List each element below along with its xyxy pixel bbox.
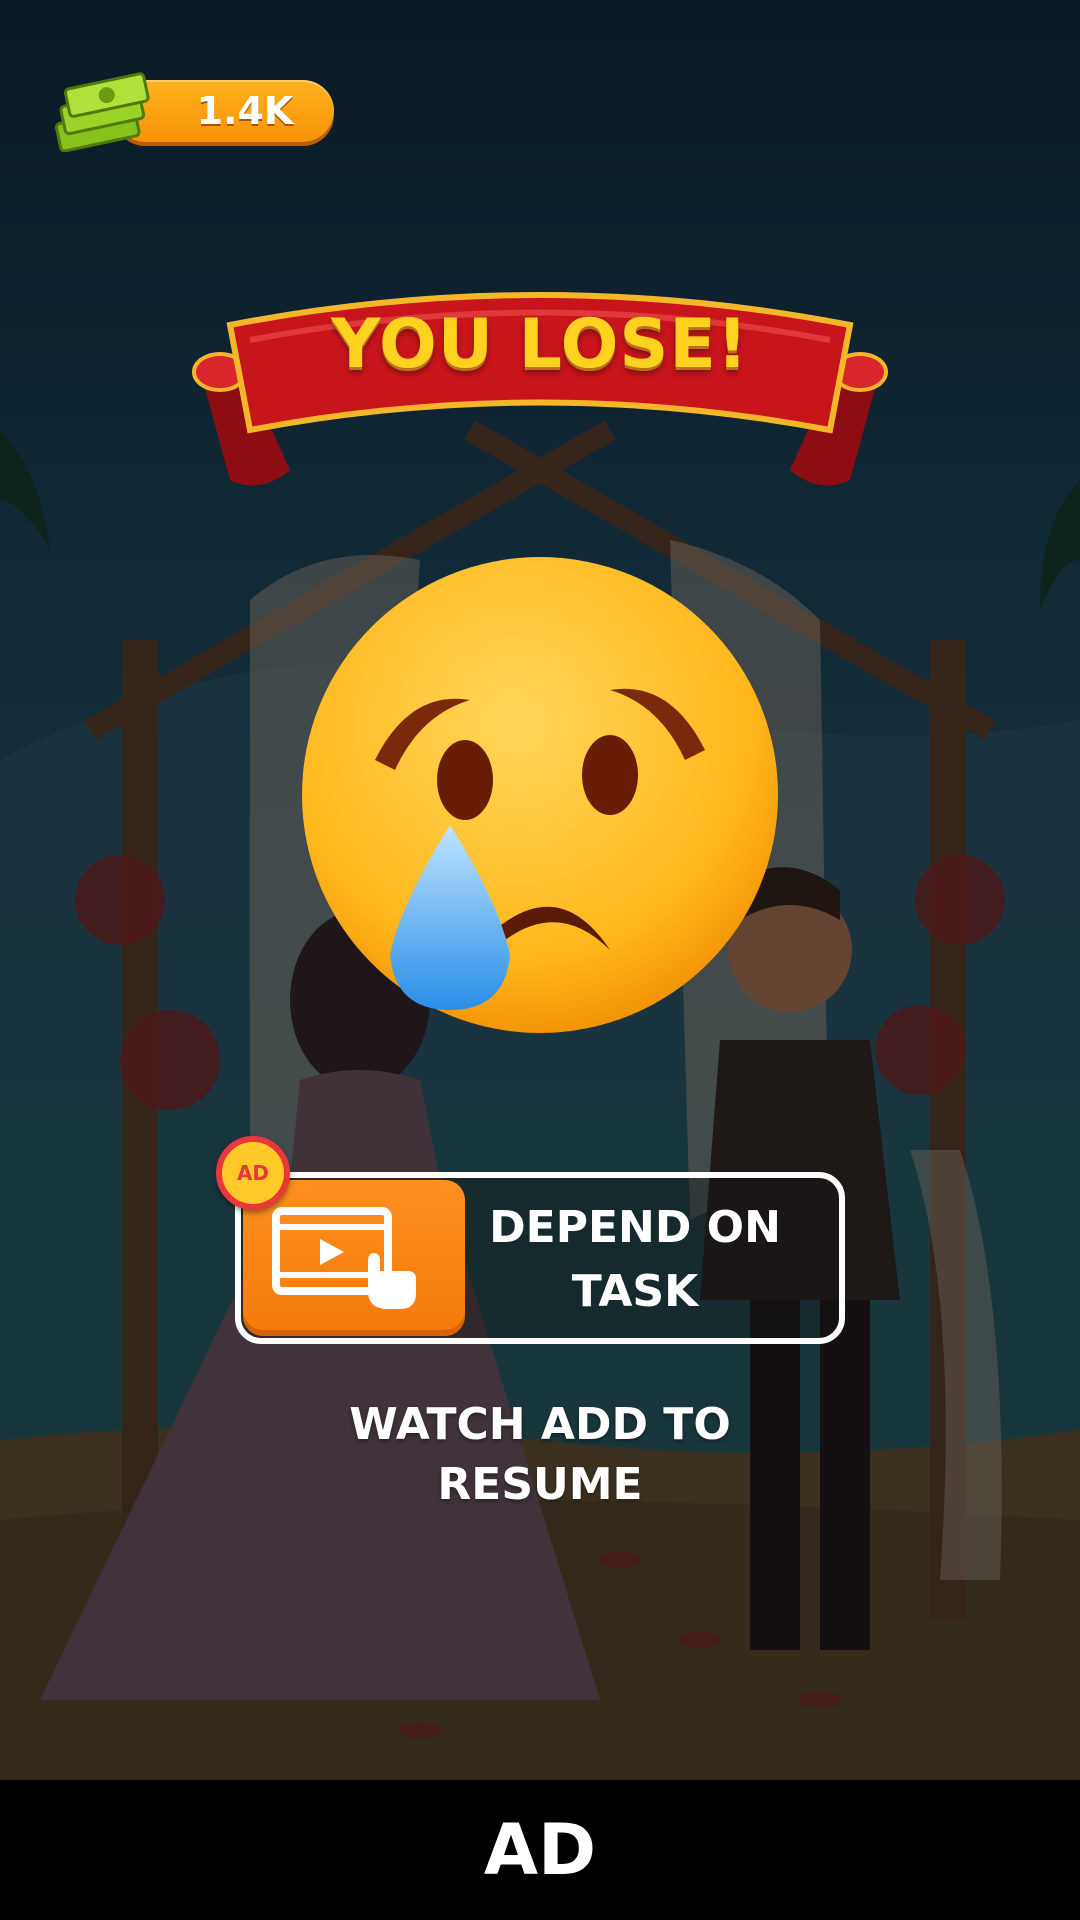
ad-badge-label: AD xyxy=(236,1161,270,1185)
ad-banner-label: AD xyxy=(483,1809,597,1891)
video-tap-icon xyxy=(272,1207,416,1309)
result-title: YOU LOSE! xyxy=(331,305,749,384)
task-label: DEPEND ON TASK xyxy=(489,1202,781,1317)
money-counter: 1.4K xyxy=(44,70,334,152)
money-value: 1.4K xyxy=(196,89,294,133)
cash-stack-icon xyxy=(54,72,150,152)
resume-instruction: WATCH ADD TO RESUME xyxy=(349,1399,731,1510)
crying-face-emoji xyxy=(302,557,778,1033)
